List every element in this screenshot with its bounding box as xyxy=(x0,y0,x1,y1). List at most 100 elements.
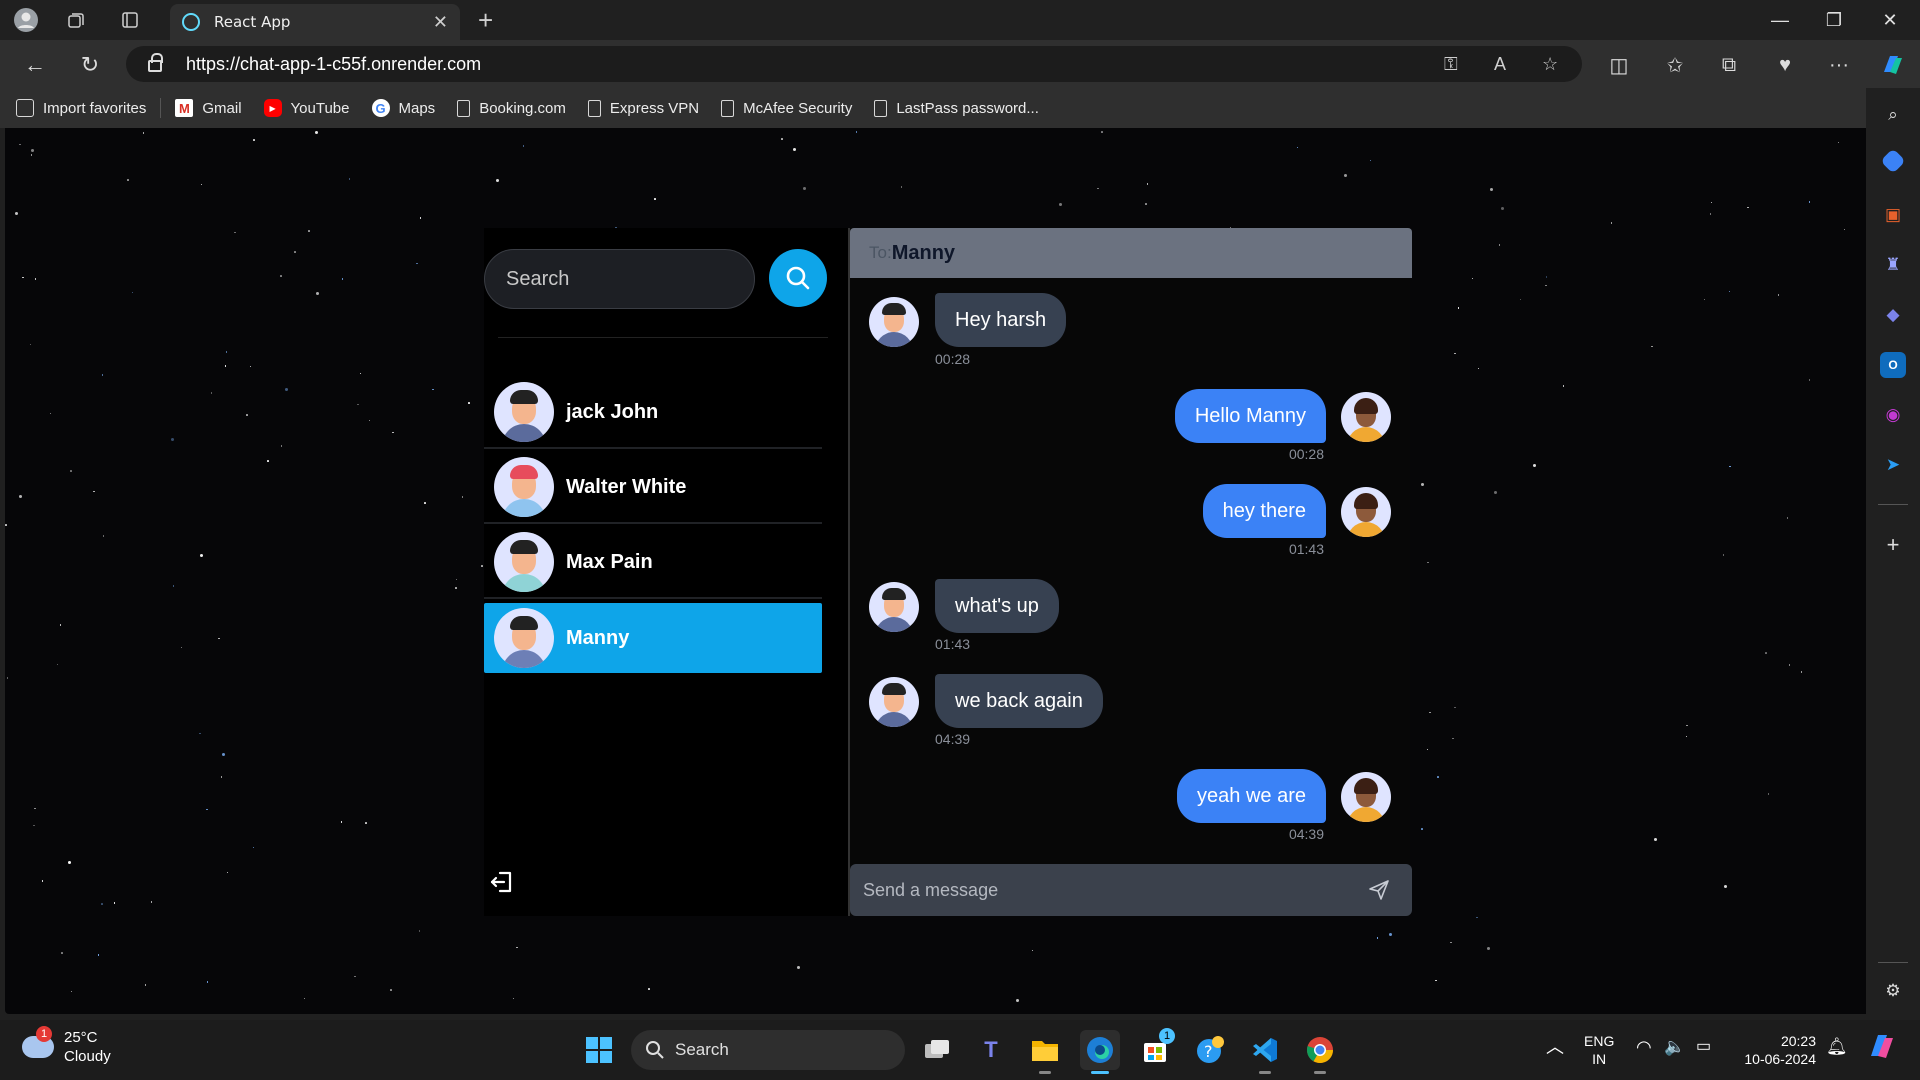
microsoft-store-icon[interactable]: 1 xyxy=(1135,1028,1175,1070)
url-text: https://chat-app-1-c55f.onrender.com xyxy=(186,53,482,74)
address-bar[interactable]: https://chat-app-1-c55f.onrender.com ⚿ A… xyxy=(126,46,1582,82)
star-dot xyxy=(432,388,434,391)
message-input[interactable]: Send a message xyxy=(850,864,1412,916)
composer-placeholder: Send a message xyxy=(863,879,999,900)
shopping-tag-icon[interactable] xyxy=(1880,148,1906,174)
contacts-pane: Search jack John Walter White Max Pain M… xyxy=(484,228,848,916)
copilot-taskbar-icon[interactable] xyxy=(1866,1030,1898,1066)
star-dot xyxy=(246,414,248,416)
search-input[interactable]: Search xyxy=(484,249,755,309)
star-dot xyxy=(170,438,174,442)
tools-icon[interactable]: ▣ xyxy=(1880,202,1906,228)
restore-icon[interactable]: ❐ xyxy=(1806,4,1862,36)
star-dot xyxy=(172,585,175,587)
search-button[interactable] xyxy=(769,249,827,307)
designer-icon[interactable]: ◉ xyxy=(1880,402,1906,428)
get-help-icon[interactable]: ? xyxy=(1190,1030,1230,1070)
drop-send-icon[interactable]: ➤ xyxy=(1880,452,1906,478)
microsoft365-icon[interactable]: ◆ xyxy=(1880,302,1906,328)
password-key-icon[interactable]: ⚿ xyxy=(1444,54,1458,75)
star-dot xyxy=(1454,706,1456,709)
bookmark-booking[interactable]: Booking.com xyxy=(457,99,566,117)
show-hidden-icons[interactable]: ︿ xyxy=(1546,1038,1564,1056)
taskbar-search[interactable]: Search xyxy=(631,1030,905,1070)
lock-icon[interactable] xyxy=(148,53,163,72)
tab-actions-icon[interactable] xyxy=(116,6,144,34)
search-icon[interactable]: ⌕ xyxy=(1880,102,1906,128)
weather-widget[interactable]: 1 25°C Cloudy xyxy=(22,1026,111,1066)
copilot-icon[interactable] xyxy=(1878,50,1908,80)
edge-icon[interactable] xyxy=(1080,1030,1120,1074)
vscode-icon[interactable] xyxy=(1245,1030,1285,1074)
logout-icon[interactable] xyxy=(488,868,516,896)
refresh-icon[interactable]: ↻ xyxy=(75,50,105,80)
bookmark-gmail[interactable]: M Gmail xyxy=(175,99,242,117)
bookmark-youtube[interactable]: ▶ YouTube xyxy=(263,99,350,117)
browser-essentials-icon[interactable]: ♥ xyxy=(1770,50,1800,80)
star-dot xyxy=(1389,933,1393,937)
page-icon xyxy=(721,99,735,117)
clock[interactable]: 20:23 10-06-2024 xyxy=(1736,1032,1816,1068)
star-dot xyxy=(1765,652,1767,654)
message-time: 01:43 xyxy=(1288,541,1324,557)
task-view-icon[interactable] xyxy=(917,1030,957,1070)
battery-icon[interactable]: ▭ xyxy=(1696,1038,1711,1056)
send-icon[interactable] xyxy=(1368,879,1390,901)
back-icon[interactable]: ← xyxy=(20,50,50,80)
start-button[interactable] xyxy=(579,1030,619,1070)
chrome-icon[interactable] xyxy=(1300,1030,1340,1074)
star-dot xyxy=(19,143,21,146)
message-time: 04:39 xyxy=(1288,826,1324,842)
star-dot xyxy=(5,524,7,526)
my-avatar xyxy=(1341,392,1391,442)
message-text: what's up xyxy=(955,594,1039,617)
contact-item-jack-john[interactable]: jack John xyxy=(484,377,822,449)
star-dot xyxy=(1452,737,1454,740)
outlook-icon[interactable]: O xyxy=(1880,352,1906,378)
contact-item-max-pain[interactable]: Max Pain xyxy=(484,527,822,599)
star-dot xyxy=(522,145,525,147)
bookmark-lastpass[interactable]: LastPass password... xyxy=(874,99,1039,117)
file-explorer-icon[interactable] xyxy=(1025,1030,1065,1074)
split-screen-icon[interactable]: ◫ xyxy=(1604,50,1634,80)
star-dot xyxy=(1729,465,1731,468)
bookmark-maps[interactable]: G Maps xyxy=(371,99,435,117)
teams-icon[interactable]: T xyxy=(971,1030,1011,1070)
clock-date: 10-06-2024 xyxy=(1744,1051,1816,1067)
language-top: ENG xyxy=(1584,1033,1615,1049)
workspaces-icon[interactable] xyxy=(62,6,90,34)
notifications-bell-icon[interactable]: 🔔︎ xyxy=(1826,1038,1848,1056)
new-tab-icon[interactable]: + xyxy=(478,6,493,34)
star-dot xyxy=(781,138,783,140)
favorite-star-icon[interactable]: ☆ xyxy=(1542,54,1558,75)
star-dot xyxy=(97,954,100,956)
favorites-icon[interactable]: ✩ xyxy=(1660,50,1690,80)
browser-tab[interactable]: React App ✕ xyxy=(170,4,460,40)
star-dot xyxy=(1710,201,1713,204)
contact-item-manny[interactable]: Manny xyxy=(484,603,822,673)
star-dot xyxy=(1786,517,1789,519)
message-bubble-outgoing: Hello Manny xyxy=(1174,389,1326,443)
language-indicator[interactable]: ENG IN xyxy=(1584,1032,1614,1068)
bookmark-express-vpn[interactable]: Express VPN xyxy=(587,99,699,117)
profile-icon[interactable] xyxy=(12,6,40,34)
minimize-icon[interactable]: — xyxy=(1752,4,1808,36)
close-window-icon[interactable]: ✕ xyxy=(1862,4,1918,36)
volume-icon[interactable]: 🔈 xyxy=(1664,1038,1685,1056)
contact-item-walter-white[interactable]: Walter White xyxy=(484,452,822,524)
read-aloud-icon[interactable]: A xyxy=(1494,54,1506,75)
collections-icon[interactable]: ⧉ xyxy=(1714,50,1744,80)
settings-gear-icon[interactable]: ⚙ xyxy=(1880,978,1906,1004)
add-icon[interactable]: + xyxy=(1880,532,1906,558)
more-options-icon[interactable]: ··· xyxy=(1824,50,1854,80)
games-icon[interactable]: ♜ xyxy=(1880,252,1906,278)
star-dot xyxy=(390,989,392,991)
close-tab-icon[interactable]: ✕ xyxy=(433,12,448,33)
star-dot xyxy=(252,846,255,849)
message-bubble-outgoing: yeah we are xyxy=(1177,769,1326,823)
page-viewport: Search jack John Walter White Max Pain M… xyxy=(5,128,1866,1014)
bookmark-mcafee[interactable]: McAfee Security xyxy=(721,99,852,117)
wifi-icon[interactable]: ◠ xyxy=(1636,1038,1652,1056)
star-dot xyxy=(1562,385,1565,387)
bookmark-import-favorites[interactable]: Import favorites xyxy=(16,99,146,117)
